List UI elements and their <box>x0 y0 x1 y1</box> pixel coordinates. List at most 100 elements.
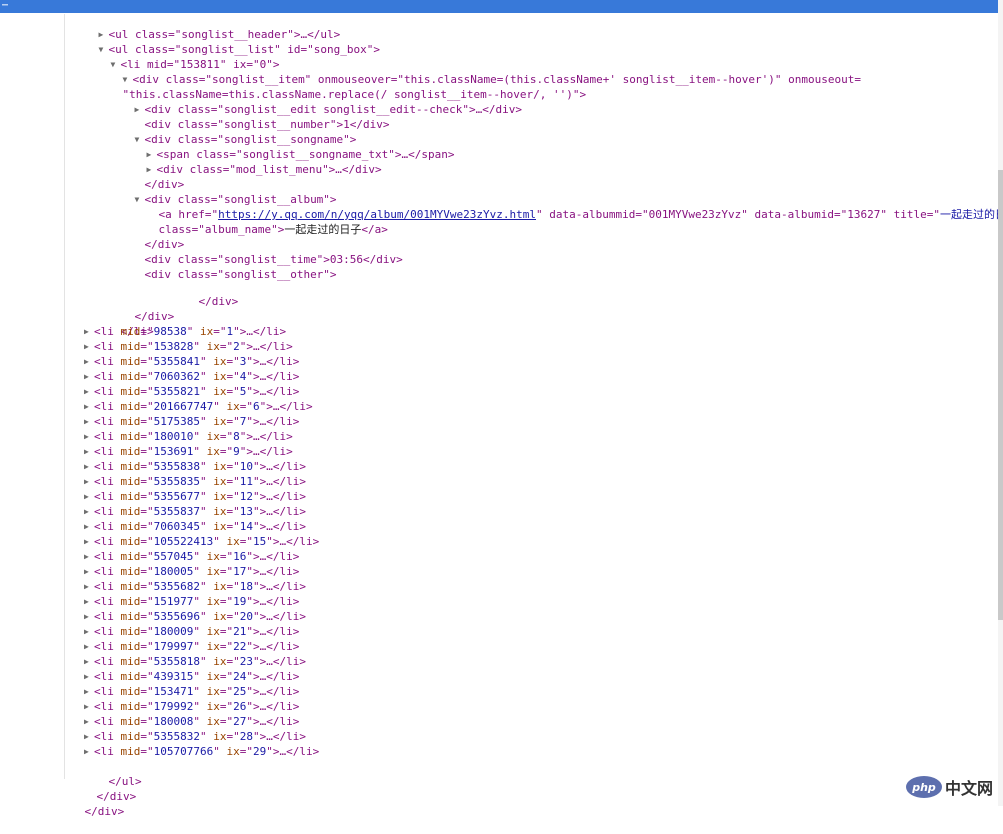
collapsed-triangle-icon[interactable]: ▶ <box>84 624 94 639</box>
dom-node-li[interactable]: ▶ <li mid="153828" ix="2">…</li> <box>0 339 1003 354</box>
dom-node-li[interactable]: ▶ <li mid="5355818" ix="23">…</li> <box>0 654 1003 669</box>
dom-node-list-ul[interactable]: ▼ <ul class="songlist__list" id="song_box… <box>0 27 1003 56</box>
collapsed-triangle-icon[interactable]: ▶ <box>84 549 94 564</box>
collapsed-triangle-icon[interactable]: ▶ <box>84 699 94 714</box>
dom-node-li[interactable]: ▶ <li mid="7060362" ix="4">…</li> <box>0 369 1003 384</box>
dom-node-songname-span[interactable]: ▶ <span class="songlist__songname_txt">…<… <box>0 132 1003 161</box>
node-syntax: ">…</li> <box>252 580 306 593</box>
dom-node-album-link[interactable]: <a href="https://y.qq.com/n/yqq/album/00… <box>0 192 1003 221</box>
collapsed-triangle-icon[interactable]: ▶ <box>84 489 94 504</box>
collapsed-triangle-icon[interactable]: ▶ <box>84 579 94 594</box>
dom-node-li[interactable]: ▶ <li mid="5355821" ix="5">…</li> <box>0 384 1003 399</box>
collapsed-triangle-icon[interactable]: ▶ <box>84 354 94 369</box>
collapsed-triangle-icon[interactable]: ▶ <box>84 474 94 489</box>
dom-node-li[interactable]: ▶ <li mid="105707766" ix="29">…</li> <box>0 744 1003 759</box>
dom-node-songname[interactable]: ▼ <div class="songlist__songname"> <box>0 117 1003 146</box>
collapsed-triangle-icon[interactable]: ▶ <box>84 444 94 459</box>
dom-node-li[interactable]: ▶ <li mid="98538" ix="1">…</li> <box>0 324 1003 339</box>
collapsed-triangle-icon[interactable]: ▶ <box>84 504 94 519</box>
vertical-scrollbar[interactable] <box>998 0 1003 806</box>
collapsed-triangle-icon[interactable]: ▶ <box>84 669 94 684</box>
dom-node-li[interactable]: ▶ <li mid="5355841" ix="3">…</li> <box>0 354 1003 369</box>
dom-node-li[interactable]: ▶ <li mid="180009" ix="21">…</li> <box>0 624 1003 639</box>
node-syntax: ix <box>226 745 240 758</box>
dom-node-li[interactable]: ▶ <li mid="180008" ix="27">…</li> <box>0 714 1003 729</box>
collapsed-triangle-icon[interactable]: ▶ <box>84 324 94 339</box>
node-syntax: <li <box>94 385 121 398</box>
dom-node-time[interactable]: <div class="songlist__time">03:56</div> <box>0 237 1003 266</box>
watermark-text: 中文网 <box>945 779 994 798</box>
li-ix-value: 23 <box>239 655 253 668</box>
node-syntax: mid <box>120 565 141 578</box>
dom-node-li[interactable]: ▶ <li mid="151977" ix="19">…</li> <box>0 594 1003 609</box>
collapsed-triangle-icon[interactable]: ▶ <box>84 399 94 414</box>
node-syntax: " <box>199 475 214 488</box>
li-mid-value: 153471 <box>153 685 194 698</box>
dom-node-edit[interactable]: ▶ <div class="songlist__edit songlist__ed… <box>0 87 1003 116</box>
collapsed-triangle-icon[interactable]: ▶ <box>84 609 94 624</box>
dom-node-li[interactable]: ▶ <li mid="5355832" ix="28">…</li> <box>0 729 1003 744</box>
dom-node-songlist-item[interactable]: ▼ <div class="songlist__item" onmouseover… <box>0 57 1003 86</box>
dom-node-li[interactable]: ▶ <li mid="180010" ix="8">…</li> <box>0 429 1003 444</box>
collapsed-triangle-icon[interactable]: ▶ <box>84 564 94 579</box>
node-syntax: <li <box>94 460 121 473</box>
li-mid-value: 5355837 <box>153 505 200 518</box>
li-mid-value: 5355682 <box>153 580 200 593</box>
dom-node-li[interactable]: ▶ <li mid="5355677" ix="12">…</li> <box>0 489 1003 504</box>
dom-node-li[interactable]: ▶ <li mid="105522413" ix="15">…</li> <box>0 534 1003 549</box>
dom-node-header-ul[interactable]: ▶ <ul class="songlist__header">…</ul> <box>0 12 1003 41</box>
node-syntax: " <box>199 580 214 593</box>
node-syntax: <li <box>94 670 121 683</box>
dom-node-close-div: </div> <box>0 222 1003 251</box>
node-syntax: mid <box>120 490 141 503</box>
dom-node-li[interactable]: ▶ <li mid="5355682" ix="18">…</li> <box>0 579 1003 594</box>
dom-node-li[interactable]: ▶ <li mid="5355837" ix="13">…</li> <box>0 504 1003 519</box>
dom-node-li[interactable]: ▶ <li mid="179997" ix="22">…</li> <box>0 639 1003 654</box>
dom-node-li[interactable]: ▶ <li mid="557045" ix="16">…</li> <box>0 549 1003 564</box>
collapsed-triangle-icon[interactable]: ▶ <box>84 684 94 699</box>
dom-node-first-li[interactable]: ▼ <li mid="153811" ix="0"> <box>0 42 1003 71</box>
collapsed-triangle-icon[interactable]: ▶ <box>84 339 94 354</box>
dom-node-li[interactable]: ▶ <li mid="179992" ix="26">…</li> <box>0 699 1003 714</box>
dom-node-li[interactable]: ▶ <li mid="7060345" ix="14">…</li> <box>0 519 1003 534</box>
dom-node-li[interactable]: ▶ <li mid="153691" ix="9">…</li> <box>0 444 1003 459</box>
dom-node-li[interactable]: ▶ <li mid="5355696" ix="20">…</li> <box>0 609 1003 624</box>
dom-node-li[interactable]: ▶ <li mid="201667747" ix="6">…</li> <box>0 399 1003 414</box>
dom-node-li[interactable]: ▶ <li mid="5355838" ix="10">…</li> <box>0 459 1003 474</box>
dom-node-li[interactable]: ▶ <li mid="5355835" ix="11">…</li> <box>0 474 1003 489</box>
php-logo: php <box>906 776 942 798</box>
collapsed-triangle-icon[interactable]: ▶ <box>84 384 94 399</box>
collapsed-triangle-icon[interactable]: ▶ <box>84 654 94 669</box>
dom-node-li[interactable]: ▶ <li mid="439315" ix="24">…</li> <box>0 669 1003 684</box>
node-syntax: =" <box>140 505 154 518</box>
node-syntax: ">…</li> <box>246 565 300 578</box>
collapsed-triangle-icon[interactable]: ▶ <box>84 639 94 654</box>
collapsed-triangle-icon[interactable]: ▶ <box>84 744 94 759</box>
dom-node-li[interactable]: ▶ <li mid="5175385" ix="7">…</li> <box>0 414 1003 429</box>
collapsed-triangle-icon[interactable]: ▶ <box>84 519 94 534</box>
dom-node-li[interactable]: ▶ <li mid="180005" ix="17">…</li> <box>0 564 1003 579</box>
node-syntax: mid <box>120 700 141 713</box>
collapsed-triangle-icon[interactable]: ▶ <box>84 534 94 549</box>
collapsed-triangle-icon[interactable]: ▶ <box>84 369 94 384</box>
collapsed-triangle-icon[interactable]: ▶ <box>84 714 94 729</box>
dom-node-number[interactable]: <div class="songlist__number">1</div> <box>0 102 1003 131</box>
dom-node-close-li: </li> <box>0 309 1003 338</box>
collapsed-triangle-icon[interactable]: ▶ <box>84 729 94 744</box>
collapsed-triangle-icon[interactable]: ▶ <box>84 459 94 474</box>
node-syntax: <li <box>94 610 121 623</box>
li-ix-value: 18 <box>239 580 253 593</box>
node-syntax: =" <box>140 685 154 698</box>
dom-node-album[interactable]: ▼ <div class="songlist__album"> <box>0 177 1003 206</box>
node-syntax: =" <box>219 700 234 713</box>
dom-node-close-div: </div> <box>0 774 1003 803</box>
dom-node-menu[interactable]: ▶ <div class="mod_list_menu">…</div> <box>0 147 1003 176</box>
collapsed-triangle-icon[interactable]: ▶ <box>84 594 94 609</box>
dom-node-li[interactable]: ▶ <li mid="153471" ix="25">…</li> <box>0 684 1003 699</box>
dom-node-other[interactable]: <div class="songlist__other"> <box>0 252 1003 281</box>
node-syntax: " <box>186 325 200 338</box>
li-mid-value: 98538 <box>153 325 187 338</box>
collapsed-triangle-icon[interactable]: ▶ <box>84 429 94 444</box>
scrollbar-thumb[interactable] <box>998 170 1003 620</box>
collapsed-triangle-icon[interactable]: ▶ <box>84 414 94 429</box>
